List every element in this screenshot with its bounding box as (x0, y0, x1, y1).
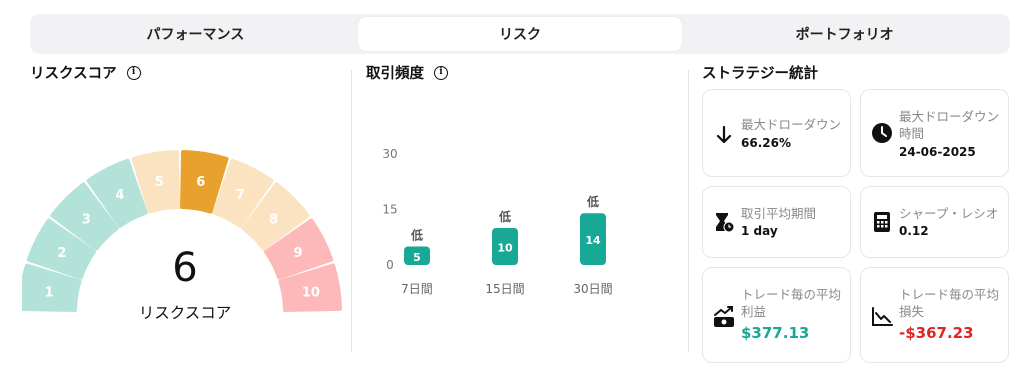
stat-value: 24-06-2025 (899, 145, 976, 159)
tab-bar: パフォーマンス リスク ポートフォリオ (30, 14, 1010, 54)
bar-level-label: 低 (498, 209, 511, 224)
gauge-segment-label: 7 (236, 188, 245, 203)
bar-value-label: 14 (585, 234, 601, 247)
stat-value: -$367.23 (899, 324, 974, 342)
strategy-stats-title: ストラテジー統計 (702, 62, 818, 83)
loss-chart-icon (871, 306, 893, 328)
bar-level-label: 低 (586, 194, 599, 209)
stat-card-avg-holding: 取引平均期間 1 day (702, 186, 851, 258)
risk-score-title-text: リスクスコア (30, 66, 117, 82)
gauge-segment-label: 5 (155, 175, 164, 190)
gauge-segment-label: 6 (196, 175, 205, 190)
gauge-segment-label: 8 (269, 212, 278, 227)
gauge-segment-label: 2 (57, 246, 66, 261)
risk-score-title: リスクスコア i (30, 62, 141, 83)
stat-label: 最大ドローダウン時間 (899, 109, 1000, 141)
risk-score-value: 6 (172, 245, 198, 291)
stat-label: トレード毎の平均利益 (741, 287, 842, 319)
profit-chart-icon (713, 306, 735, 328)
calculator-icon (871, 211, 893, 233)
stat-label: 最大ドローダウン (741, 117, 842, 132)
stat-card-max-drawdown-time: 最大ドローダウン時間 24-06-2025 (860, 89, 1009, 177)
stat-label: シャープ・レシオ (899, 206, 999, 221)
gauge-segment-label: 10 (302, 285, 320, 300)
tab-portfolio[interactable]: ポートフォリオ (682, 17, 1007, 51)
bar-level-label: 低 (410, 228, 423, 243)
gauge-segment-label: 4 (115, 188, 124, 203)
bar-value-label: 5 (413, 251, 421, 264)
x-tick-label: 15日間 (485, 282, 524, 296)
stat-value: 0.12 (899, 224, 929, 238)
gauge-segment-label: 1 (45, 285, 54, 300)
y-tick-label: 0 (386, 258, 394, 272)
y-tick-label: 15 (382, 203, 397, 217)
risk-score-label: リスクスコア (138, 304, 232, 322)
trade-frequency-title-text: 取引頻度 (366, 66, 424, 82)
stat-value: 66.26% (741, 136, 791, 150)
stat-value: $377.13 (741, 324, 810, 342)
risk-gauge: 1 2 3 4 5 6 7 8 9 10 (22, 150, 342, 312)
stat-card-max-drawdown: 最大ドローダウン 66.26% (702, 89, 851, 177)
tab-risk[interactable]: リスク (357, 17, 683, 51)
info-icon[interactable]: i (434, 65, 448, 80)
x-tick-label: 30日間 (573, 282, 612, 296)
hourglass-icon (713, 211, 735, 233)
stat-value: 1 day (741, 224, 778, 238)
stat-label: 取引平均期間 (741, 206, 817, 221)
stat-label: トレード毎の平均損失 (899, 287, 1000, 319)
bar-value-label: 10 (497, 242, 513, 255)
section-divider (351, 70, 352, 352)
stat-card-avg-loss: トレード毎の平均損失 -$367.23 (860, 267, 1009, 363)
trade-frequency-chart: 30 15 0 5 低 7日間 10 低 15日間 14 低 30日間 (382, 147, 612, 296)
info-icon[interactable]: i (126, 65, 141, 80)
trade-frequency-title: 取引頻度 i (366, 62, 448, 83)
x-tick-label: 7日間 (401, 282, 433, 296)
strategy-stats-title-text: ストラテジー統計 (702, 66, 818, 82)
stat-card-sharpe: シャープ・レシオ 0.12 (860, 186, 1009, 258)
arrow-down-icon (713, 124, 735, 146)
clock-icon (871, 122, 893, 144)
tab-performance[interactable]: パフォーマンス (33, 17, 358, 51)
gauge-segment-label: 3 (82, 212, 91, 227)
y-tick-label: 30 (382, 147, 397, 161)
gauge-segment-label: 9 (294, 246, 303, 261)
section-divider (688, 70, 689, 352)
stat-card-avg-profit: トレード毎の平均利益 $377.13 (702, 267, 851, 363)
